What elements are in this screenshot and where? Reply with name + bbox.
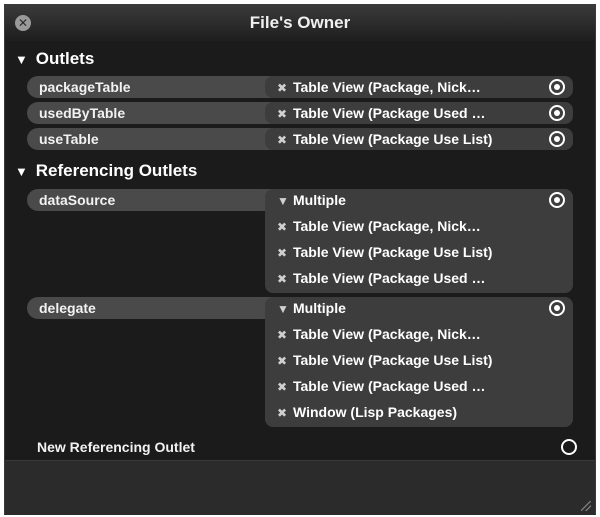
referencing-name-pill[interactable]: delegate bbox=[27, 297, 267, 319]
remove-x-icon[interactable]: ✖ bbox=[277, 77, 293, 98]
target-label: Table View (Package Used … bbox=[293, 105, 486, 121]
new-referencing-outlet-label: New Referencing Outlet bbox=[37, 439, 195, 455]
multiple-header[interactable]: ▼ Multiple bbox=[277, 297, 547, 319]
target-label: Table View (Package, Nick… bbox=[293, 79, 481, 95]
outlet-name-pill[interactable]: packageTable bbox=[27, 76, 267, 98]
connection-circle-icon[interactable] bbox=[549, 105, 565, 121]
outlet-name-pill[interactable]: useTable bbox=[27, 128, 267, 150]
inspector-panel: ✕ File's Owner ▼ Outlets packageTable ✖ T… bbox=[4, 4, 596, 515]
disclosure-triangle-icon[interactable]: ▼ bbox=[277, 298, 293, 319]
remove-x-icon[interactable]: ✖ bbox=[277, 129, 293, 150]
target-label: Table View (Package Use List) bbox=[293, 131, 493, 147]
outlets-section-title: Outlets bbox=[35, 49, 95, 68]
outlet-name-pill[interactable]: usedByTable bbox=[27, 102, 267, 124]
referencing-targets: ▼ Multiple ✖ Table View (Package, Nick… ✖ T… bbox=[265, 297, 573, 427]
remove-x-icon[interactable]: ✖ bbox=[277, 324, 293, 345]
target-item[interactable]: ✖ Table View (Package Used … bbox=[277, 267, 547, 289]
outlet-target: ✖ Table View (Package Used … bbox=[265, 102, 573, 124]
resize-grip-icon[interactable] bbox=[581, 501, 591, 511]
remove-x-icon[interactable]: ✖ bbox=[277, 103, 293, 124]
referencing-section-title: Referencing Outlets bbox=[35, 161, 198, 180]
window-title: File's Owner bbox=[249, 13, 351, 32]
outlets-section-header[interactable]: ▼ Outlets bbox=[15, 49, 94, 69]
connection-circle-icon[interactable] bbox=[561, 439, 577, 455]
connection-circle-icon[interactable] bbox=[549, 131, 565, 147]
remove-x-icon[interactable]: ✖ bbox=[277, 350, 293, 371]
target-label: Table View (Package Use List) bbox=[293, 352, 493, 368]
target-label: Table View (Package, Nick… bbox=[293, 218, 481, 234]
target-label: Table View (Package Used … bbox=[293, 270, 486, 286]
disclosure-triangle-icon[interactable]: ▼ bbox=[15, 52, 31, 67]
target-item[interactable]: ✖ Table View (Package Use List) bbox=[277, 349, 547, 371]
target-item[interactable]: ✖ Table View (Package Used … bbox=[277, 375, 547, 397]
target-item[interactable]: ✖ Table View (Package Used … bbox=[277, 102, 547, 124]
referencing-section-header[interactable]: ▼ Referencing Outlets bbox=[15, 161, 197, 181]
remove-x-icon[interactable]: ✖ bbox=[277, 402, 293, 423]
remove-x-icon[interactable]: ✖ bbox=[277, 216, 293, 237]
remove-x-icon[interactable]: ✖ bbox=[277, 242, 293, 263]
referencing-name-pill[interactable]: dataSource bbox=[27, 189, 267, 211]
remove-x-icon[interactable]: ✖ bbox=[277, 268, 293, 289]
target-label: Table View (Package Used … bbox=[293, 378, 486, 394]
disclosure-triangle-icon[interactable]: ▼ bbox=[15, 164, 31, 179]
target-label: Table View (Package Use List) bbox=[293, 244, 493, 260]
target-item[interactable]: ✖ Table View (Package Use List) bbox=[277, 241, 547, 263]
target-item[interactable]: ✖ Table View (Package, Nick… bbox=[277, 323, 547, 345]
multiple-label: Multiple bbox=[293, 300, 346, 316]
target-label: Window (Lisp Packages) bbox=[293, 404, 458, 420]
target-item[interactable]: ✖ Window (Lisp Packages) bbox=[277, 401, 547, 423]
referencing-targets: ▼ Multiple ✖ Table View (Package, Nick… ✖ T… bbox=[265, 189, 573, 293]
target-item[interactable]: ✖ Table View (Package, Nick… bbox=[277, 76, 547, 98]
outlet-target: ✖ Table View (Package Use List) bbox=[265, 128, 573, 150]
connection-circle-icon[interactable] bbox=[549, 79, 565, 95]
connection-circle-icon[interactable] bbox=[549, 192, 565, 208]
target-label: Table View (Package, Nick… bbox=[293, 326, 481, 342]
disclosure-triangle-icon[interactable]: ▼ bbox=[277, 190, 293, 211]
multiple-label: Multiple bbox=[293, 192, 346, 208]
multiple-header[interactable]: ▼ Multiple bbox=[277, 189, 547, 211]
connection-circle-icon[interactable] bbox=[549, 300, 565, 316]
outlet-target: ✖ Table View (Package, Nick… bbox=[265, 76, 573, 98]
target-item[interactable]: ✖ Table View (Package Use List) bbox=[277, 128, 547, 150]
title-bar[interactable]: ✕ File's Owner bbox=[5, 5, 595, 41]
target-item[interactable]: ✖ Table View (Package, Nick… bbox=[277, 215, 547, 237]
bottom-bar bbox=[5, 460, 595, 515]
remove-x-icon[interactable]: ✖ bbox=[277, 376, 293, 397]
